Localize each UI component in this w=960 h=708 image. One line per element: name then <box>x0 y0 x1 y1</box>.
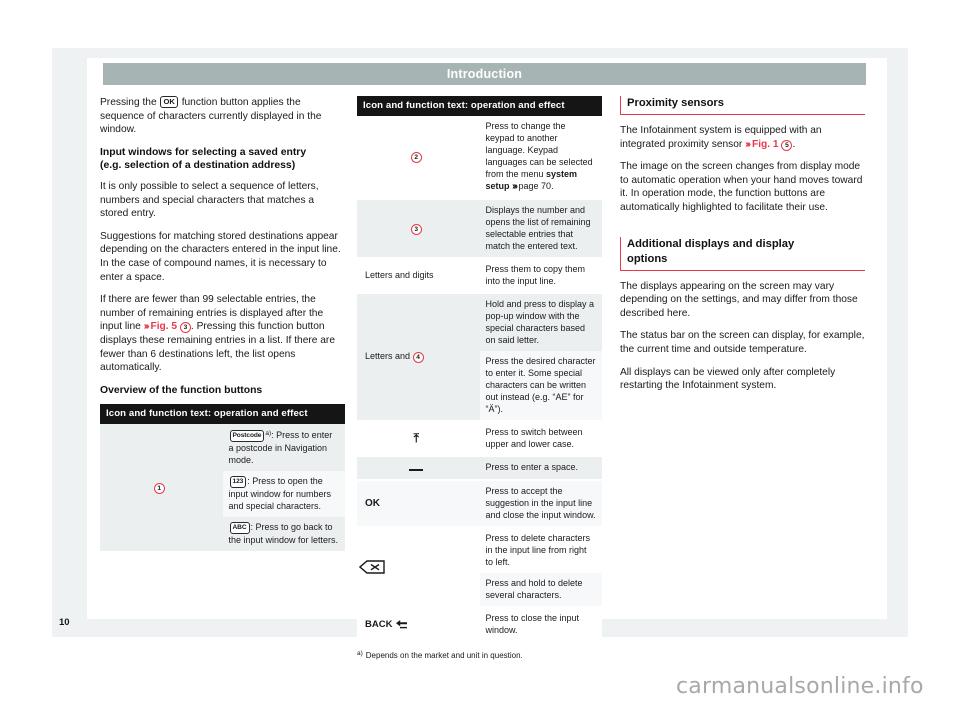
row-effect-cell: Postcode a): Press to enter a postcode in… <box>223 424 346 471</box>
running-head-label: Introduction <box>446 67 523 81</box>
table-row: Press to delete characters in the input … <box>357 527 602 574</box>
paragraph-displays-vary: The displays appearing on the screen may… <box>620 280 858 319</box>
xref-fig-1[interactable]: Fig. 1 <box>752 139 779 150</box>
table-header-row: Icon and function text: operation and ef… <box>100 404 345 425</box>
heading-input-windows-line1: Input windows for selecting a saved entr… <box>100 146 307 158</box>
row-effect-cell: ABC: Press to go back to the input windo… <box>223 517 346 551</box>
footnote-text: Depends on the market and unit in questi… <box>365 651 523 660</box>
row-icon-cell: 1 <box>100 424 223 551</box>
table-footnote: a) Depends on the market and unit in ques… <box>357 648 602 661</box>
paragraph-sequence-select: It is only possible to select a sequence… <box>100 180 319 220</box>
table-row: OK Press to accept the suggestion in the… <box>357 480 602 527</box>
table-row: 2 Press to change the keypad to another … <box>357 116 602 199</box>
function-buttons-table-left: Icon and function text: operation and ef… <box>100 404 346 552</box>
table-row: Press to enter a space. <box>357 456 602 480</box>
callout-circle-4: 4 <box>412 352 424 363</box>
row-icon-cell: BACK <box>357 607 480 641</box>
back-label: BACK <box>365 618 393 630</box>
callout-circle-1: 1 <box>153 482 165 494</box>
table-row: Letters and digits Press them to copy th… <box>357 258 602 293</box>
section-heading-proximity-sensors: Proximity sensors <box>620 96 865 115</box>
row-icon-cell: Letters and 4 <box>357 293 480 421</box>
row-effect-cell: Press to accept the suggestion in the in… <box>485 486 596 520</box>
row-icon-cell <box>357 456 480 480</box>
row-effect-cell: Press to switch between upper and lower … <box>485 427 583 449</box>
space-bar-icon <box>409 461 424 471</box>
heading-overview-function-buttons: Overview of the function buttons <box>100 384 263 396</box>
row-effect-cell: Press to delete characters in the input … <box>485 533 591 567</box>
abc-keycap-icon: ABC <box>229 522 250 535</box>
row-effect-cell: Displays the number and opens the list o… <box>485 205 591 251</box>
section-heading-additional-displays: Additional displays and display options <box>620 236 865 271</box>
row-effect-cell: Press to close the input window. <box>485 613 580 635</box>
table-header-row: Icon and function text: operation and ef… <box>357 96 602 116</box>
row-icon-cell: OK <box>357 480 480 527</box>
callout-circle-3: 3 <box>410 223 422 235</box>
row-effect-text-after: page 70. <box>516 181 554 191</box>
ok-keycap-icon: OK <box>160 96 178 108</box>
row-icon-label: Letters and <box>365 351 411 361</box>
heading-input-windows-line2: (e.g. selection of a destination address… <box>100 160 296 172</box>
column-left: Pressing the OK function button applies … <box>100 96 346 552</box>
paragraph-status-bar: The status bar on the screen can display… <box>620 330 865 355</box>
column-middle: Icon and function text: operation and ef… <box>357 96 602 661</box>
table-header-label: Icon and function text: operation and ef… <box>100 404 345 425</box>
paragraph-proximity-sensor: The Infotainment system is equipped with… <box>620 124 865 151</box>
row-effect-cell: 123: Press to open the input window for … <box>223 471 346 517</box>
chevron-xref-icon: ››› <box>745 138 751 150</box>
shift-arrow-up-icon: ⤒ <box>413 430 419 445</box>
paragraph-image-changes: The image on the screen changes from dis… <box>620 161 863 213</box>
row-icon-cell: 2 <box>357 116 480 199</box>
para-1-before: Pressing the <box>100 97 160 108</box>
callout-circle-2: 2 <box>410 152 422 163</box>
row-icon-cell <box>357 527 480 607</box>
back-arrow-icon <box>392 619 408 630</box>
table-row: 1 Postcode a): Press to enter a postcode … <box>100 424 346 494</box>
table-row: Letters and 4 Hold and press to display … <box>357 293 602 363</box>
additional-displays-line2: options <box>627 252 668 265</box>
page-viewport: Introduction 10 carmanualsonline.info Pr… <box>0 0 960 708</box>
table-row: 3 Displays the number and opens the list… <box>357 199 602 258</box>
footnote-marker: a) <box>357 650 363 657</box>
postcode-keycap-icon: Postcode <box>229 430 265 443</box>
running-head: Introduction <box>103 63 866 85</box>
table-row: ⤒ Press to switch between upper and lowe… <box>357 421 602 456</box>
ok-button-icon: OK <box>365 497 380 509</box>
row-effect-cell: Press and hold to delete several charact… <box>485 578 583 600</box>
additional-displays-line1: Additional displays and display <box>627 237 795 250</box>
row-effect-cell: Press them to copy them into the input l… <box>485 264 586 286</box>
paragraph-restart-required: All displays can be viewed only after co… <box>620 366 836 392</box>
column-right: Proximity sensors The Infotainment syste… <box>620 96 865 402</box>
callout-circle-5: 5 <box>781 139 793 151</box>
page-number: 10 <box>59 617 70 628</box>
paragraph-suggestions: Suggestions for matching stored destinat… <box>100 230 341 283</box>
table-header-label: Icon and function text: operation and ef… <box>357 96 602 116</box>
xref-fig-5[interactable]: Fig. 5 <box>150 321 177 332</box>
backspace-icon <box>359 559 474 574</box>
back-button-icon: BACK <box>365 619 408 630</box>
column-grid: Pressing the OK function button applies … <box>100 96 872 660</box>
row-effect-cell: Press the desired character to enter it.… <box>485 356 596 414</box>
row-effect-cell: Press to enter a space. <box>485 462 579 472</box>
paragraph-ok-applies: Pressing the OK function button applies … <box>100 96 345 137</box>
heading-input-windows: Input windows for selecting a saved entr… <box>100 146 345 173</box>
chevron-xref-icon: ››› <box>143 321 150 333</box>
watermark: carmanualsonline.info <box>676 674 924 699</box>
callout-circle-3: 3 <box>179 322 191 334</box>
row-icon-cell: ⤒ <box>357 421 480 456</box>
numbers-keycap-icon: 123 <box>229 476 247 489</box>
proximity-para-after: . <box>792 138 796 150</box>
row-effect-cell: Hold and press to display a pop-up windo… <box>485 299 595 345</box>
function-buttons-table-middle: Icon and function text: operation and ef… <box>357 96 602 641</box>
paragraph-fewer-than-99: If there are fewer than 99 selectable en… <box>100 293 345 375</box>
row-icon-cell: Letters and digits <box>365 270 434 280</box>
row-effect-cell: Press to change the keypad to another la… <box>480 116 603 199</box>
table-row: BACK Press to close the input window. <box>357 607 602 641</box>
row-icon-cell: 3 <box>357 199 480 258</box>
